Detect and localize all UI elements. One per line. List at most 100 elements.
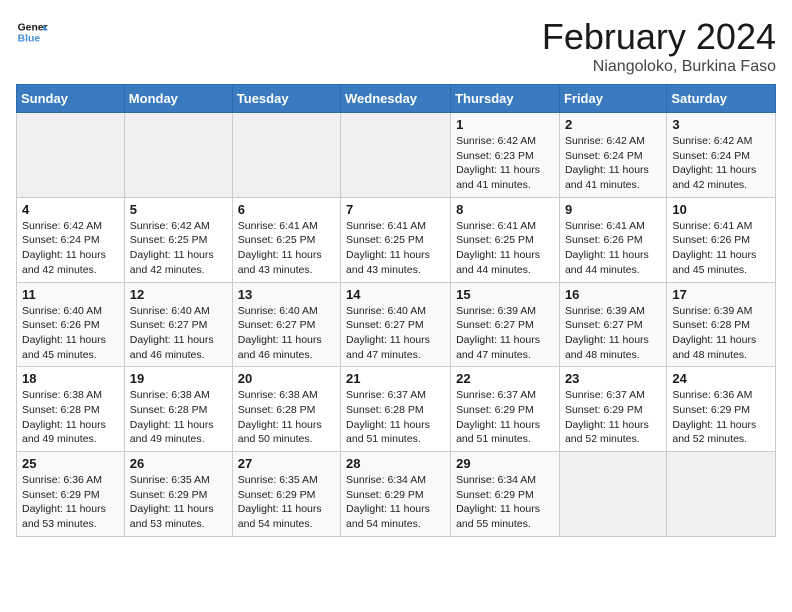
calendar-cell: 3 Sunrise: 6:42 AM Sunset: 6:24 PM Daylig… [667,113,776,198]
day-info: Sunrise: 6:35 AM Sunset: 6:29 PM Dayligh… [238,473,335,532]
calendar-cell: 22Sunrise: 6:37 AM Sunset: 6:29 PM Dayli… [451,367,560,452]
day-info: Sunrise: 6:35 AM Sunset: 6:29 PM Dayligh… [130,473,227,532]
day-info: Sunrise: 6:41 AM Sunset: 6:26 PM Dayligh… [565,219,661,278]
day-info: Sunrise: 6:41 AM Sunset: 6:25 PM Dayligh… [456,219,554,278]
day-number: 21 [346,371,445,386]
day-info: Sunrise: 6:38 AM Sunset: 6:28 PM Dayligh… [238,388,335,447]
day-info: Sunrise: 6:42 AM Sunset: 6:24 PM Dayligh… [22,219,119,278]
day-number: 3 [672,117,770,132]
day-number: 23 [565,371,661,386]
calendar-cell: 11Sunrise: 6:40 AM Sunset: 6:26 PM Dayli… [17,282,125,367]
day-info: Sunrise: 6:36 AM Sunset: 6:29 PM Dayligh… [22,473,119,532]
page-header: General Blue February 2024 Niangoloko, B… [16,16,776,76]
day-info: Sunrise: 6:42 AM Sunset: 6:25 PM Dayligh… [130,219,227,278]
logo-icon: General Blue [16,16,48,48]
day-info: Sunrise: 6:37 AM Sunset: 6:29 PM Dayligh… [456,388,554,447]
calendar-cell: 4 Sunrise: 6:42 AM Sunset: 6:24 PM Daylig… [17,197,125,282]
day-number: 2 [565,117,661,132]
day-number: 17 [672,287,770,302]
day-number: 18 [22,371,119,386]
day-number: 7 [346,202,445,217]
header-row: Sunday Monday Tuesday Wednesday Thursday… [17,85,776,113]
day-info: Sunrise: 6:42 AM Sunset: 6:24 PM Dayligh… [565,134,661,193]
day-number: 27 [238,456,335,471]
calendar-cell: 29 Sunrise: 6:34 AM Sunset: 6:29 PM Dayli… [451,452,560,537]
calendar-cell [341,113,451,198]
day-number: 25 [22,456,119,471]
day-number: 24 [672,371,770,386]
day-number: 5 [130,202,227,217]
day-number: 9 [565,202,661,217]
calendar-cell: 8 Sunrise: 6:41 AM Sunset: 6:25 PM Daylig… [451,197,560,282]
day-info: Sunrise: 6:40 AM Sunset: 6:27 PM Dayligh… [238,304,335,363]
calendar-cell: 14 Sunrise: 6:40 AM Sunset: 6:27 PM Dayli… [341,282,451,367]
day-info: Sunrise: 6:41 AM Sunset: 6:25 PM Dayligh… [346,219,445,278]
day-number: 19 [130,371,227,386]
day-info: Sunrise: 6:37 AM Sunset: 6:28 PM Dayligh… [346,388,445,447]
calendar-cell: 27 Sunrise: 6:35 AM Sunset: 6:29 PM Dayli… [232,452,340,537]
day-info: Sunrise: 6:42 AM Sunset: 6:24 PM Dayligh… [672,134,770,193]
calendar-cell [232,113,340,198]
col-monday: Monday [124,85,232,113]
calendar-cell: 13 Sunrise: 6:40 AM Sunset: 6:27 PM Dayli… [232,282,340,367]
day-number: 13 [238,287,335,302]
day-number: 11 [22,287,119,302]
calendar-week-5: 25 Sunrise: 6:36 AM Sunset: 6:29 PM Dayli… [17,452,776,537]
day-info: Sunrise: 6:42 AM Sunset: 6:23 PM Dayligh… [456,134,554,193]
col-saturday: Saturday [667,85,776,113]
day-info: Sunrise: 6:36 AM Sunset: 6:29 PM Dayligh… [672,388,770,447]
calendar-cell [17,113,125,198]
calendar-cell: 19 Sunrise: 6:38 AM Sunset: 6:28 PM Dayli… [124,367,232,452]
calendar-cell: 21 Sunrise: 6:37 AM Sunset: 6:28 PM Dayli… [341,367,451,452]
calendar-week-4: 18 Sunrise: 6:38 AM Sunset: 6:28 PM Dayli… [17,367,776,452]
day-number: 8 [456,202,554,217]
calendar-cell: 18 Sunrise: 6:38 AM Sunset: 6:28 PM Dayli… [17,367,125,452]
title-area: February 2024 Niangoloko, Burkina Faso [542,16,776,76]
calendar-cell [124,113,232,198]
day-info: Sunrise: 6:38 AM Sunset: 6:28 PM Dayligh… [130,388,227,447]
calendar-cell [667,452,776,537]
day-info: Sunrise: 6:37 AM Sunset: 6:29 PM Dayligh… [565,388,661,447]
calendar-week-3: 11Sunrise: 6:40 AM Sunset: 6:26 PM Dayli… [17,282,776,367]
day-info: Sunrise: 6:40 AM Sunset: 6:27 PM Dayligh… [346,304,445,363]
day-info: Sunrise: 6:39 AM Sunset: 6:27 PM Dayligh… [565,304,661,363]
day-number: 12 [130,287,227,302]
logo: General Blue [16,16,48,48]
calendar-cell: 10 Sunrise: 6:41 AM Sunset: 6:26 PM Dayli… [667,197,776,282]
calendar-cell: 9 Sunrise: 6:41 AM Sunset: 6:26 PM Daylig… [559,197,666,282]
calendar-cell: 26 Sunrise: 6:35 AM Sunset: 6:29 PM Dayli… [124,452,232,537]
day-number: 15 [456,287,554,302]
day-info: Sunrise: 6:41 AM Sunset: 6:25 PM Dayligh… [238,219,335,278]
day-number: 10 [672,202,770,217]
day-number: 6 [238,202,335,217]
calendar-subtitle: Niangoloko, Burkina Faso [542,58,776,76]
calendar-cell: 6 Sunrise: 6:41 AM Sunset: 6:25 PM Daylig… [232,197,340,282]
calendar-cell [559,452,666,537]
calendar-cell: 20 Sunrise: 6:38 AM Sunset: 6:28 PM Dayli… [232,367,340,452]
col-wednesday: Wednesday [341,85,451,113]
calendar-cell: 12Sunrise: 6:40 AM Sunset: 6:27 PM Dayli… [124,282,232,367]
day-info: Sunrise: 6:39 AM Sunset: 6:28 PM Dayligh… [672,304,770,363]
day-info: Sunrise: 6:38 AM Sunset: 6:28 PM Dayligh… [22,388,119,447]
day-number: 4 [22,202,119,217]
calendar-cell: 15Sunrise: 6:39 AM Sunset: 6:27 PM Dayli… [451,282,560,367]
day-number: 20 [238,371,335,386]
day-number: 16 [565,287,661,302]
calendar-cell: 28 Sunrise: 6:34 AM Sunset: 6:29 PM Dayli… [341,452,451,537]
calendar-cell: 24 Sunrise: 6:36 AM Sunset: 6:29 PM Dayli… [667,367,776,452]
col-sunday: Sunday [17,85,125,113]
calendar-cell: 1 Sunrise: 6:42 AM Sunset: 6:23 PM Daylig… [451,113,560,198]
day-number: 1 [456,117,554,132]
day-number: 28 [346,456,445,471]
calendar-week-1: 1 Sunrise: 6:42 AM Sunset: 6:23 PM Daylig… [17,113,776,198]
calendar-table: Sunday Monday Tuesday Wednesday Thursday… [16,84,776,537]
day-number: 26 [130,456,227,471]
calendar-cell: 5 Sunrise: 6:42 AM Sunset: 6:25 PM Daylig… [124,197,232,282]
day-info: Sunrise: 6:34 AM Sunset: 6:29 PM Dayligh… [346,473,445,532]
calendar-cell: 17 Sunrise: 6:39 AM Sunset: 6:28 PM Dayli… [667,282,776,367]
day-number: 29 [456,456,554,471]
calendar-week-2: 4 Sunrise: 6:42 AM Sunset: 6:24 PM Daylig… [17,197,776,282]
day-info: Sunrise: 6:34 AM Sunset: 6:29 PM Dayligh… [456,473,554,532]
day-number: 14 [346,287,445,302]
day-info: Sunrise: 6:41 AM Sunset: 6:26 PM Dayligh… [672,219,770,278]
